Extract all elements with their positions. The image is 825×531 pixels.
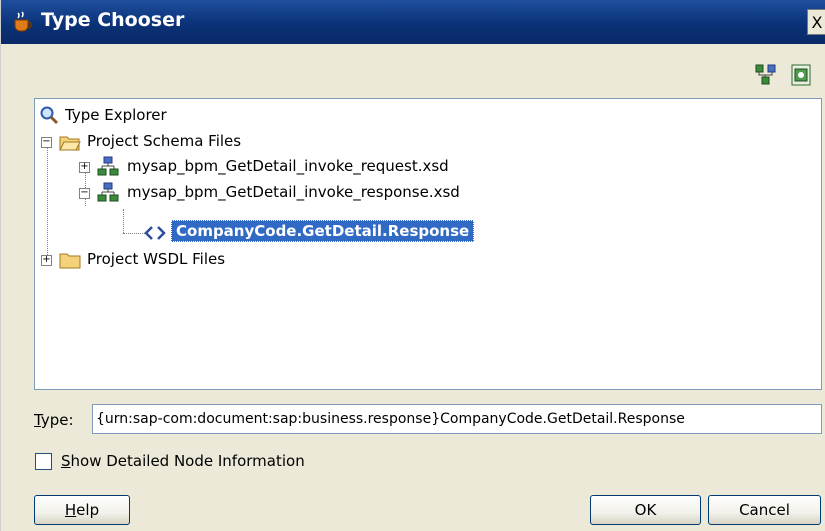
tree-node-label: mysap_bpm_GetDetail_invoke_response.xsd: [127, 183, 460, 201]
expand-icon[interactable]: +: [79, 162, 90, 173]
show-detailed-node-label[interactable]: Show Detailed Node Information: [61, 452, 305, 470]
type-field[interactable]: {urn:sap-com:document:sap:business.respo…: [92, 404, 822, 434]
tree-node-request-xsd[interactable]: + mysap_bpm_GetDetail_invoke_request.xsd: [79, 154, 559, 180]
tree-node-type-explorer[interactable]: Type Explorer: [39, 103, 339, 129]
close-button[interactable]: X: [807, 9, 825, 35]
selected-element-label: CompanyCode.GetDetail.Response: [171, 220, 475, 242]
type-label: Type:: [34, 411, 74, 429]
tree-node-label: mysap_bpm_GetDetail_invoke_request.xsd: [127, 157, 449, 175]
tree-node-selected-element[interactable]: CompanyCode.GetDetail.Response: [143, 220, 563, 246]
tree-connector: [47, 139, 48, 257]
show-detail-rest: how Detailed Node Information: [70, 452, 305, 470]
show-detailed-node-checkbox[interactable]: [35, 453, 52, 470]
tree-connector: [123, 233, 145, 234]
tree-node-label: Type Explorer: [65, 106, 167, 124]
tree-node-label: Project WSDL Files: [87, 250, 226, 268]
search-icon: [39, 105, 59, 125]
cancel-button[interactable]: Cancel: [708, 495, 821, 525]
open-folder-icon: [59, 132, 81, 152]
schema-file-icon: [97, 156, 119, 178]
type-chooser-dialog: Type Chooser X Type Explorer − Project S…: [0, 0, 825, 531]
help-mnemonic: H: [64, 501, 77, 519]
coffee-cup-icon: [11, 11, 35, 33]
title-bar[interactable]: Type Chooser X: [1, 0, 825, 44]
show-detail-mnemonic: S: [61, 452, 71, 470]
collapse-icon[interactable]: −: [79, 188, 90, 199]
schema-file-icon: [97, 182, 119, 204]
tree-node-project-schema-files[interactable]: − Project Schema Files: [41, 129, 361, 155]
collapse-icon[interactable]: −: [41, 137, 52, 148]
tree-node-label: Project Schema Files: [87, 132, 242, 150]
import-schema-icon[interactable]: [789, 62, 815, 88]
help-rest: elp: [76, 501, 100, 519]
tree-node-response-xsd[interactable]: − mysap_bpm_GetDetail_invoke_response.xs…: [79, 180, 559, 206]
help-button[interactable]: Help: [34, 495, 130, 525]
dialog-title: Type Chooser: [41, 9, 185, 31]
ok-button[interactable]: OK: [590, 495, 701, 525]
folder-icon: [59, 250, 81, 270]
type-label-mnemonic: T: [34, 411, 41, 429]
type-label-rest: ype:: [40, 411, 74, 429]
xml-element-icon: [143, 224, 167, 242]
tree-connector: [123, 209, 124, 233]
schema-structure-icon[interactable]: [753, 62, 779, 88]
tree-node-project-wsdl-files[interactable]: + Project WSDL Files: [41, 247, 361, 273]
type-explorer-tree[interactable]: Type Explorer − Project Schema Files + m…: [34, 98, 822, 390]
expand-icon[interactable]: +: [41, 255, 52, 266]
